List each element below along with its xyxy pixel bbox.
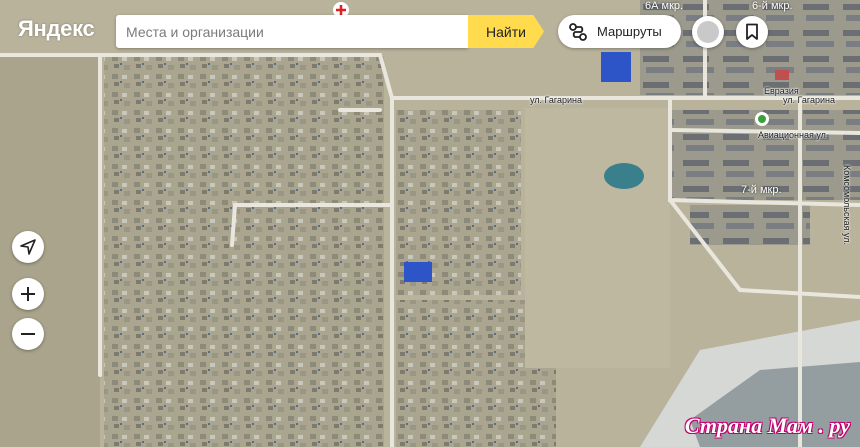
minus-icon xyxy=(21,333,35,335)
zoom-in-button[interactable] xyxy=(12,278,44,310)
avatar xyxy=(697,21,719,43)
routes-icon xyxy=(569,22,587,41)
street-label-komsomolskaya: Комсомольская ул. xyxy=(842,165,852,246)
geolocation-button[interactable] xyxy=(12,231,44,263)
find-button[interactable]: Найти xyxy=(468,15,544,48)
district-label-6: 6-й мкр. xyxy=(752,0,793,12)
plus-icon xyxy=(21,287,35,301)
routes-button-label: Маршруты xyxy=(597,24,662,39)
search-input[interactable] xyxy=(116,15,468,48)
routes-button[interactable]: Маршруты xyxy=(558,15,681,48)
bookmark-icon xyxy=(746,23,758,40)
yandex-logo[interactable]: Яндекс xyxy=(18,16,95,42)
geolocation-arrow-icon xyxy=(20,239,36,255)
watermark: Страна Мам . ру xyxy=(684,413,850,438)
district-label-6a: 6А мкр. xyxy=(645,0,684,12)
satellite-map[interactable] xyxy=(0,0,860,447)
zoom-out-button[interactable] xyxy=(12,318,44,350)
user-avatar-button[interactable] xyxy=(692,16,724,48)
street-label-gagarina-right: ул. Гагарина xyxy=(783,95,836,105)
bookmarks-button[interactable] xyxy=(736,16,768,48)
place-label-evraziya[interactable]: Евразия xyxy=(764,86,799,96)
street-label-aviatsionnaya: Авиационная ул. xyxy=(758,130,829,140)
street-label-gagarina-left: ул. Гагарина xyxy=(530,95,583,105)
district-label-7: 7-й мкр. xyxy=(741,184,782,196)
